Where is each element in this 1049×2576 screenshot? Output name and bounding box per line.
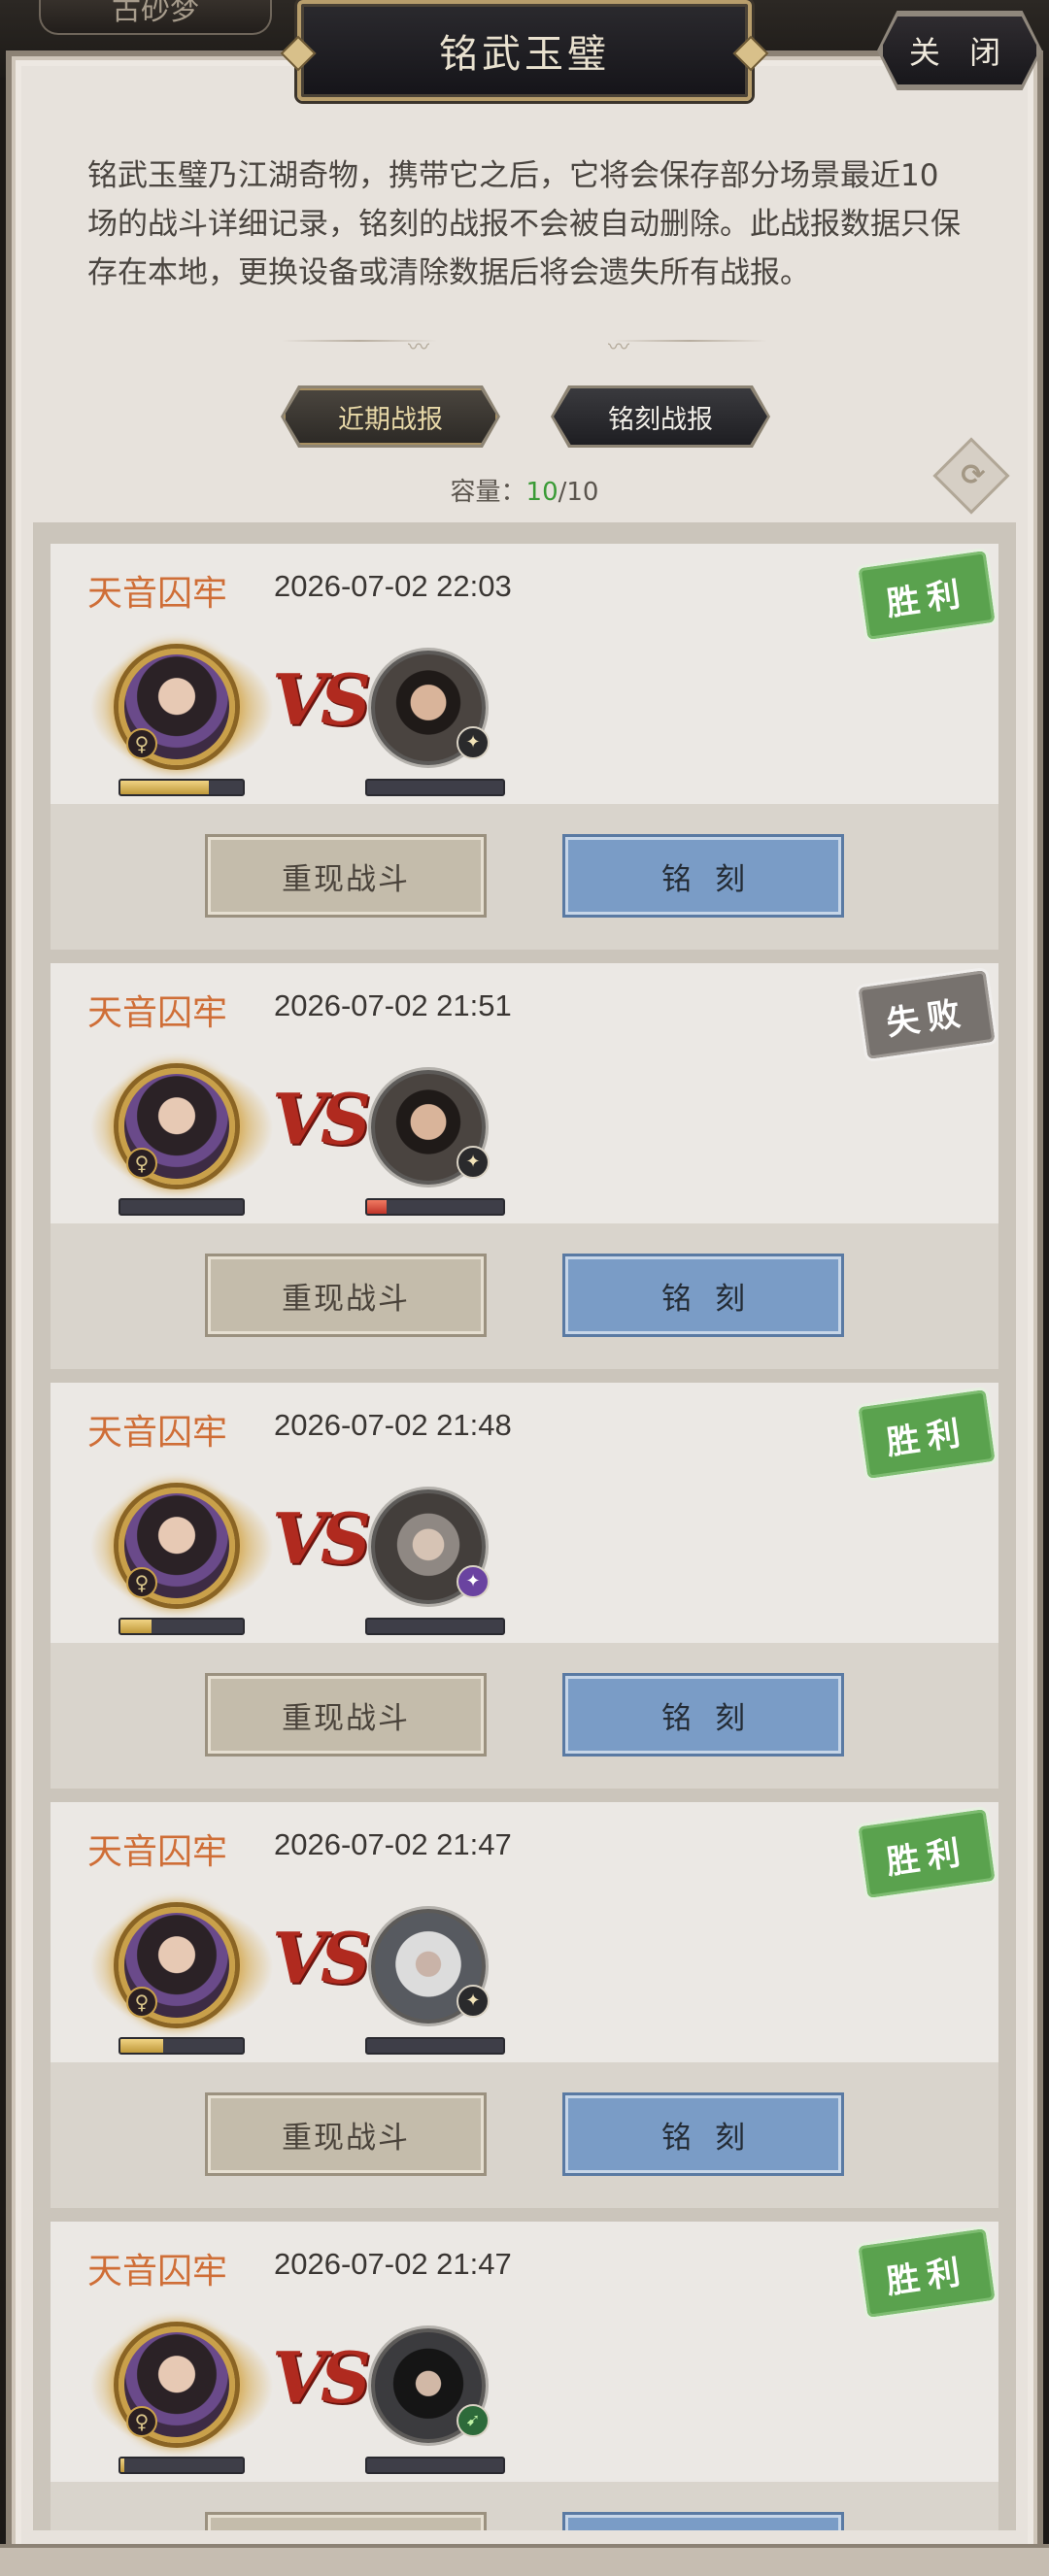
engrave-button[interactable]: 铭刻: [565, 2515, 841, 2530]
refresh-icon[interactable]: ⟳: [954, 456, 993, 495]
divider-ornament-left: 〰: [408, 336, 430, 360]
divider-right: [612, 340, 767, 342]
panel-bottom-frame: [0, 2544, 1049, 2576]
enemy-school-icon: ✦: [457, 1565, 490, 1598]
report-time: 2026-07-02 21:51: [274, 988, 512, 1022]
vs-label: VS: [272, 1078, 371, 1160]
enemy-hp-bar: [365, 2037, 505, 2055]
report-time: 2026-07-02 22:03: [274, 569, 512, 603]
player-hp-fill: [120, 781, 209, 794]
close-button[interactable]: 关 闭: [880, 14, 1039, 87]
tab-recent-reports[interactable]: 近期战报: [284, 388, 497, 445]
report-location: 天音囚牢: [87, 1832, 228, 1872]
engrave-button[interactable]: 铭刻: [565, 2095, 841, 2173]
replay-battle-button[interactable]: 重现战斗: [208, 2095, 484, 2173]
report-card: 天音囚牢 2026-07-02 21:47 胜利 ♀ VS ✦ 重现战斗 铭刻: [51, 1802, 998, 2208]
player-hp-bar: [118, 1618, 245, 1635]
enemy-hp-bar: [365, 1618, 505, 1635]
engrave-button[interactable]: 铭刻: [565, 837, 841, 915]
enemy-hp-bar: [365, 1198, 505, 1216]
player-school-icon: ♀: [126, 2406, 157, 2437]
player-school-icon: ♀: [126, 1148, 157, 1179]
page-title: 铭武玉璧: [439, 32, 610, 77]
enemy-hp-fill: [367, 1200, 387, 1214]
player-hp-fill: [120, 2039, 164, 2053]
capacity-used: 10: [525, 478, 558, 507]
enemy-school-icon: ➹: [457, 2404, 490, 2437]
replay-battle-button[interactable]: 重现战斗: [208, 2515, 484, 2530]
top-left-tab[interactable]: 古砂梦: [39, 0, 272, 35]
report-location: 天音囚牢: [87, 993, 228, 1033]
capacity-label: 容量：: [450, 478, 526, 507]
engrave-button[interactable]: 铭刻: [565, 1256, 841, 1334]
player-hp-fill: [120, 1620, 152, 1633]
report-time: 2026-07-02 21:48: [274, 1408, 512, 1442]
description-text: 铭武玉璧乃江湖奇物，携带它之后，它将会保存部分场景最近10场的战斗详细记录，铭刻…: [87, 158, 961, 290]
vs-label: VS: [272, 658, 371, 741]
player-hp-bar: [118, 2037, 245, 2055]
player-school-icon: ♀: [126, 1987, 157, 2018]
report-card: 天音囚牢 2026-07-02 21:48 胜利 ♀ VS ✦ 重现战斗 铭刻: [51, 1383, 998, 1789]
player-hp-fill: [120, 2459, 124, 2472]
report-location: 天音囚牢: [87, 1413, 228, 1453]
report-card: 天音囚牢 2026-07-02 21:47 胜利 ♀ VS ➹ 重现战斗 铭刻: [51, 2222, 998, 2530]
player-hp-bar: [118, 2457, 245, 2474]
vs-label: VS: [272, 1917, 371, 1999]
tab-engraved-reports[interactable]: 铭刻战报: [554, 388, 767, 445]
enemy-school-icon: ✦: [457, 1146, 490, 1179]
divider-ornament-right: 〰: [608, 336, 630, 360]
report-card: 天音囚牢 2026-07-02 22:03 胜利 ♀ VS ✦ 重现战斗 铭刻: [51, 544, 998, 950]
title-plaque: 铭武玉璧: [297, 0, 752, 101]
vs-label: VS: [272, 2336, 371, 2419]
report-location: 天音囚牢: [87, 2252, 228, 2292]
vs-label: VS: [272, 1497, 371, 1580]
engrave-button[interactable]: 铭刻: [565, 1676, 841, 1754]
capacity-readout: 容量：10/10: [0, 472, 1049, 508]
enemy-school-icon: ✦: [457, 726, 490, 759]
report-list[interactable]: 天音囚牢 2026-07-02 22:03 胜利 ♀ VS ✦ 重现战斗 铭刻 …: [33, 522, 1016, 2530]
player-hp-bar: [118, 779, 245, 796]
player-school-icon: ♀: [126, 1567, 157, 1598]
player-school-icon: ♀: [126, 728, 157, 759]
enemy-hp-bar: [365, 2457, 505, 2474]
report-time: 2026-07-02 21:47: [274, 2247, 512, 2281]
player-hp-bar: [118, 1198, 245, 1216]
replay-battle-button[interactable]: 重现战斗: [208, 1676, 484, 1754]
report-time: 2026-07-02 21:47: [274, 1827, 512, 1861]
replay-battle-button[interactable]: 重现战斗: [208, 1256, 484, 1334]
capacity-total: /10: [558, 478, 599, 507]
report-location: 天音囚牢: [87, 574, 228, 614]
replay-battle-button[interactable]: 重现战斗: [208, 837, 484, 915]
enemy-hp-bar: [365, 779, 505, 796]
enemy-school-icon: ✦: [457, 1985, 490, 2018]
report-card: 天音囚牢 2026-07-02 21:51 失败 ♀ VS ✦ 重现战斗 铭刻: [51, 963, 998, 1369]
